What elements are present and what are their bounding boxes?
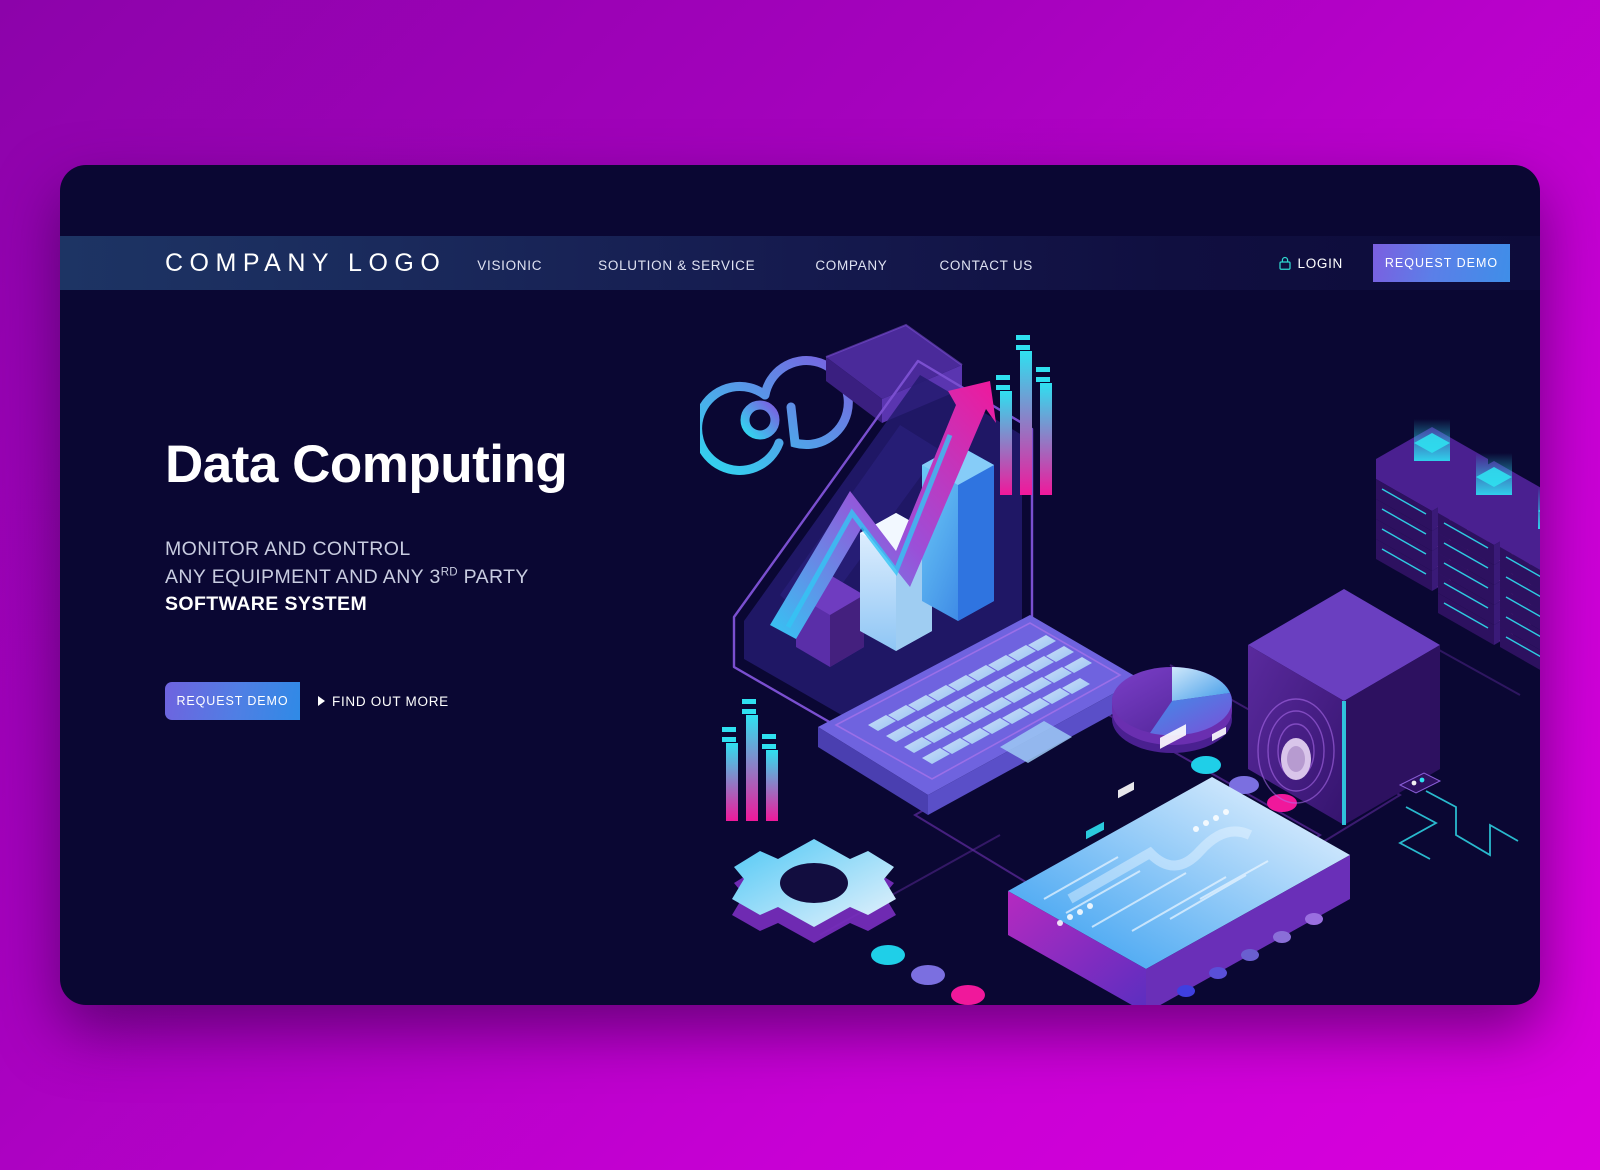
gear-icon (732, 839, 896, 943)
subtitle-line-2-a: ANY EQUIPMENT AND ANY 3 (165, 565, 441, 588)
rack-rows-c (1500, 547, 1540, 670)
header-request-demo-button[interactable]: REQUEST DEMO (1373, 244, 1510, 282)
equalizer-bars-left (722, 699, 778, 821)
play-triangle-icon (318, 696, 325, 707)
subtitle-line-2: ANY EQUIPMENT AND ANY 3RD PARTY (165, 564, 685, 592)
lock-icon (1279, 256, 1292, 270)
company-logo[interactable]: COMPANY LOGO (165, 249, 446, 278)
main-navigation: VISIONIC SOLUTION & SERVICE COMPANY CONT… (477, 254, 1033, 273)
equalizer-bars-right (996, 335, 1052, 495)
login-button[interactable]: LOGIN (1279, 256, 1343, 271)
vault-icon (1248, 589, 1442, 825)
nav-item-solution-service[interactable]: SOLUTION & SERVICE (598, 258, 755, 273)
hero-request-demo-button[interactable]: REQUEST DEMO (165, 682, 300, 721)
subtitle-line-1: MONITOR AND CONTROL (165, 537, 411, 560)
site-header: COMPANY LOGO VISIONIC SOLUTION & SERVICE… (60, 236, 1540, 290)
illustration-svg (700, 323, 1540, 1005)
header-actions: LOGIN REQUEST DEMO (1279, 236, 1540, 290)
isometric-illustration (700, 295, 1540, 1005)
nav-item-company[interactable]: COMPANY (815, 258, 887, 273)
login-label: LOGIN (1297, 255, 1343, 271)
hero-subtitle: MONITOR AND CONTROL ANY EQUIPMENT AND AN… (165, 536, 685, 620)
find-out-more-label: FIND OUT MORE (332, 693, 449, 709)
hero-cta-group: REQUEST DEMO FIND OUT MORE (165, 682, 685, 721)
find-out-more-link[interactable]: FIND OUT MORE (318, 694, 449, 709)
subtitle-line-2-b: PARTY (457, 565, 529, 588)
page-title: Data Computing (165, 435, 568, 494)
landing-page-card: COMPANY LOGO VISIONIC SOLUTION & SERVICE… (60, 165, 1540, 1005)
hero-copy: Data Computing MONITOR AND CONTROL ANY E… (165, 435, 685, 721)
subtitle-line-3: SOFTWARE SYSTEM (165, 593, 368, 616)
circuit-trace (1398, 790, 1519, 860)
ordinal-suffix: RD (440, 566, 458, 579)
nav-item-contact-us[interactable]: CONTACT US (939, 258, 1033, 273)
nav-item-visionic[interactable]: VISIONIC (477, 258, 542, 273)
